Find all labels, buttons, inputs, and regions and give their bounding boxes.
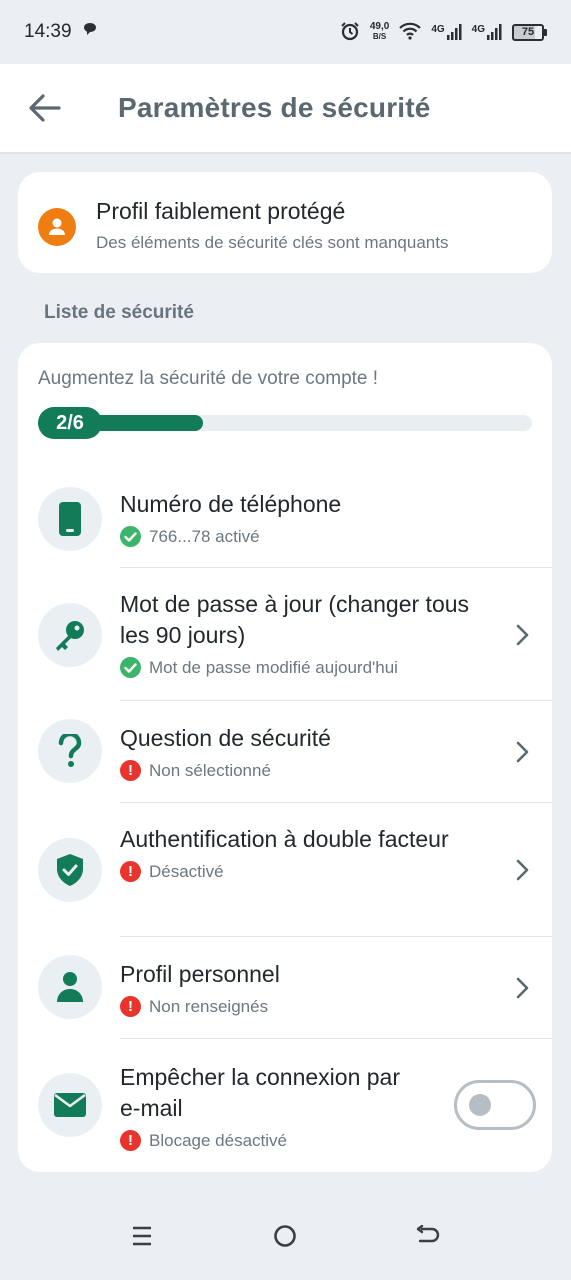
item-status-text: Mot de passe modifié aujourd'hui	[149, 657, 398, 677]
signal-2: 4G	[472, 24, 502, 40]
shield-check-icon	[38, 838, 102, 902]
security-item-profile[interactable]: Profil personnel ! Non renseignés	[18, 937, 552, 1038]
item-title: Authentification à double facteur	[120, 826, 449, 852]
status-bar: 14:39 49,0 B/S 4G 4G 75	[0, 0, 571, 64]
item-status-text: Blocage désactivé	[149, 1130, 287, 1150]
battery-level: 75	[512, 23, 544, 41]
security-item-2fa[interactable]: Authentification à double facteur ! Désa…	[18, 803, 552, 936]
item-status-text: Désactivé	[149, 861, 224, 881]
toggle-knob	[469, 1094, 491, 1116]
profile-status-subtitle: Des éléments de sécurité clés sont manqu…	[96, 233, 449, 252]
item-status-text: Non sélectionné	[149, 760, 271, 780]
page-title: Paramètres de sécurité	[118, 92, 431, 123]
home-circle-icon	[274, 1225, 296, 1247]
profile-status-title: Profil faiblement protégé	[96, 198, 346, 224]
exclamation-circle-icon: !	[120, 760, 141, 781]
security-checklist-card: Augmentez la sécurité de votre compte ! …	[18, 343, 552, 1172]
item-status: Mot de passe modifié aujourd'hui	[120, 657, 496, 678]
user-warning-icon	[38, 208, 76, 246]
item-title: Mot de passe à jour (changer tous les 90…	[120, 591, 470, 648]
question-icon	[38, 719, 102, 783]
item-title: Question de sécurité	[120, 725, 331, 751]
item-title: Empêcher la connexion par e-mail	[120, 1064, 400, 1121]
chevron-right-icon	[516, 624, 529, 646]
profile-protection-card: Profil faiblement protégé Des éléments d…	[18, 172, 552, 273]
system-back-button[interactable]	[406, 1214, 450, 1258]
signal-bars-icon	[487, 24, 502, 40]
chevron-right-icon	[516, 859, 529, 881]
progress-badge: 2/6	[38, 407, 102, 439]
item-status: ! Désactivé	[120, 861, 496, 882]
exclamation-circle-icon: !	[120, 1130, 141, 1151]
exclamation-circle-icon: !	[120, 996, 141, 1017]
item-status: ! Non sélectionné	[120, 760, 496, 781]
signal-1: 4G	[431, 24, 462, 40]
network-speed-value: 49,0	[369, 21, 390, 32]
home-button[interactable]	[263, 1214, 307, 1258]
item-status-text: 766...78 activé	[149, 526, 260, 546]
item-status: ! Blocage désactivé	[120, 1130, 496, 1151]
arrow-left-icon	[29, 94, 61, 122]
back-arrow-icon	[416, 1225, 440, 1243]
check-circle-icon	[120, 657, 141, 678]
chevron-right-icon	[516, 977, 529, 999]
menu-button[interactable]	[120, 1214, 164, 1258]
person-icon	[38, 955, 102, 1019]
system-nav-bar	[0, 1190, 571, 1280]
security-item-password[interactable]: Mot de passe à jour (changer tous les 90…	[18, 568, 552, 700]
menu-icon	[133, 1226, 151, 1246]
item-title: Profil personnel	[120, 961, 280, 987]
signal-bars-icon	[446, 24, 462, 40]
security-item-email-block: Empêcher la connexion par e-mail ! Bloca…	[18, 1039, 552, 1172]
signal-2-label: 4G	[471, 24, 485, 35]
signal-1-label: 4G	[431, 24, 445, 35]
battery-icon: 75	[512, 23, 547, 41]
item-status: 766...78 activé	[120, 526, 496, 547]
item-title: Numéro de téléphone	[120, 491, 342, 517]
network-speed-unit: B/S	[372, 32, 387, 41]
security-item-question[interactable]: Question de sécurité ! Non sélectionné	[18, 701, 552, 802]
app-header: Paramètres de sécurité	[0, 64, 571, 154]
security-item-phone[interactable]: Numéro de téléphone 766...78 activé	[18, 477, 552, 567]
check-circle-icon	[120, 526, 141, 547]
network-speed: 49,0 B/S	[370, 22, 389, 42]
back-button[interactable]	[0, 63, 90, 153]
status-time: 14:39	[24, 21, 72, 42]
phone-icon	[38, 487, 102, 551]
mail-icon	[38, 1073, 102, 1137]
item-status-text: Non renseignés	[149, 996, 269, 1016]
item-status: ! Non renseignés	[120, 996, 496, 1017]
checklist-intro: Augmentez la sécurité de votre compte !	[38, 368, 379, 389]
wifi-icon	[399, 22, 422, 43]
exclamation-circle-icon: !	[120, 861, 141, 882]
chat-bubble-icon	[82, 21, 98, 43]
section-title: Liste de sécurité	[44, 302, 194, 323]
progress-track	[38, 415, 532, 431]
alarm-icon	[340, 21, 360, 44]
key-icon	[38, 603, 102, 667]
email-block-toggle[interactable]	[454, 1080, 536, 1130]
chevron-right-icon	[516, 741, 529, 763]
